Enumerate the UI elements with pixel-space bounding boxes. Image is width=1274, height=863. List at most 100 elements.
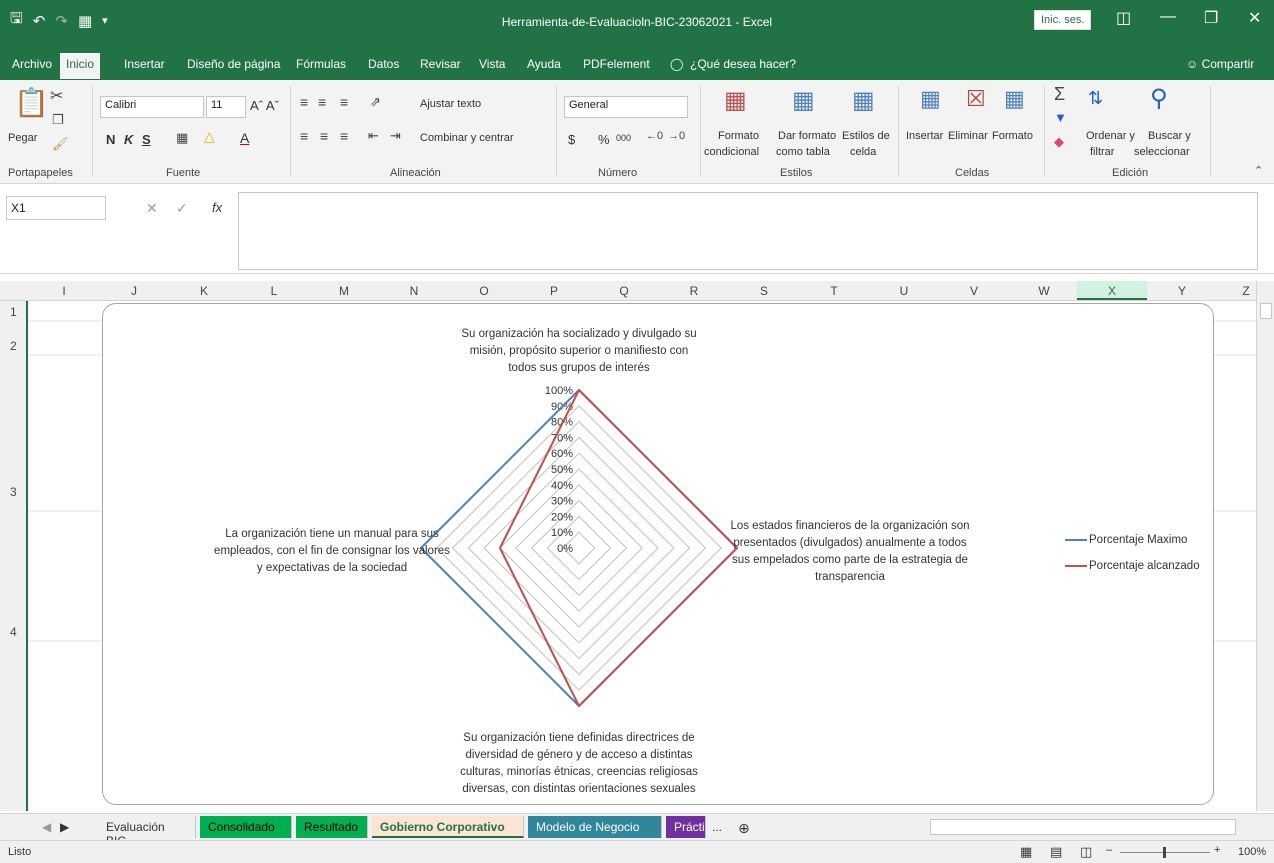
tab-diseno-pagina[interactable]: Diseño de página <box>187 57 280 71</box>
formula-input[interactable] <box>238 192 1258 270</box>
paste-icon[interactable]: 📋 <box>14 86 49 119</box>
format-table-label-2[interactable]: como tabla <box>776 146 830 158</box>
column-header[interactable]: Z <box>1236 284 1256 298</box>
find-select-label-2[interactable]: seleccionar <box>1134 146 1190 158</box>
grow-font-icon[interactable]: Aˆ Aˇ <box>250 98 279 113</box>
currency-button[interactable]: $ <box>568 132 575 147</box>
align-center-icon[interactable]: ≡ <box>320 128 328 144</box>
zoom-out-icon[interactable]: – <box>1106 844 1112 856</box>
column-header[interactable]: M <box>334 284 354 298</box>
find-select-icon[interactable]: ⚲ <box>1150 84 1168 113</box>
column-header[interactable]: T <box>824 284 844 298</box>
font-size-select[interactable]: 11 <box>206 96 246 118</box>
column-header[interactable]: L <box>264 284 284 298</box>
format-table-label-1[interactable]: Dar formato <box>778 130 836 142</box>
borders-icon[interactable]: ▦ <box>176 130 188 146</box>
column-header[interactable]: Y <box>1172 284 1192 298</box>
row-header[interactable]: 1 <box>10 305 17 319</box>
radar-chart[interactable]: 0% 10% 20% 30% 40% 50% 60% 70% 80% 90% 100% Su org… <box>102 303 1214 805</box>
insert-function-icon[interactable]: fx <box>212 200 222 215</box>
align-bottom-icon[interactable]: ≡ <box>340 94 348 110</box>
series-line-reached[interactable] <box>499 389 738 707</box>
thousands-button[interactable]: 000 <box>616 133 631 143</box>
column-header[interactable]: N <box>404 284 424 298</box>
column-header[interactable]: K <box>194 284 214 298</box>
add-sheet-icon[interactable]: ⊕ <box>730 816 758 838</box>
paste-label[interactable]: Pegar <box>8 132 37 144</box>
tab-pdfelement[interactable]: PDFelement <box>583 57 650 71</box>
italic-button[interactable]: K <box>124 132 133 147</box>
increase-decimal-icon[interactable]: ←0 <box>646 130 663 142</box>
column-header[interactable]: W <box>1034 284 1054 298</box>
column-header-selected[interactable]: X <box>1077 281 1147 300</box>
align-right-icon[interactable]: ≡ <box>340 128 348 144</box>
page-layout-icon[interactable]: ▤ <box>1050 844 1062 860</box>
cancel-icon[interactable]: ✕ <box>146 200 158 217</box>
row-header[interactable]: 3 <box>10 485 17 499</box>
restore-icon[interactable]: ❐ <box>1204 8 1218 28</box>
ribbon-display-icon[interactable]: ◫ <box>1116 8 1131 28</box>
sheet-tab[interactable]: Evaluación BIC <box>98 816 196 848</box>
decrease-decimal-icon[interactable]: →0 <box>668 130 685 142</box>
enter-icon[interactable]: ✓ <box>176 200 188 217</box>
sort-filter-label-1[interactable]: Ordenar y <box>1086 130 1135 142</box>
delete-cells-icon[interactable]: ☒ <box>966 86 986 112</box>
align-top-icon[interactable]: ≡ <box>300 94 308 110</box>
sort-filter-label-2[interactable]: filtrar <box>1090 146 1114 158</box>
name-box[interactable]: X1 <box>6 196 106 220</box>
align-middle-icon[interactable]: ≡ <box>318 94 326 110</box>
column-header[interactable]: I <box>54 284 74 298</box>
sheet-tab[interactable]: Consolidado <box>200 816 292 838</box>
insert-cells-icon[interactable]: ▦ <box>920 86 941 112</box>
bold-button[interactable]: N <box>106 132 115 147</box>
close-icon[interactable]: ✕ <box>1248 8 1261 28</box>
sheet-tab[interactable]: Gobierno Corporativo <box>372 816 524 838</box>
align-left-icon[interactable]: ≡ <box>300 128 308 144</box>
orientation-icon[interactable]: ⇗ <box>370 94 381 110</box>
zoom-slider-thumb[interactable] <box>1163 847 1166 858</box>
cut-icon[interactable]: ✂ <box>50 86 63 106</box>
clear-icon[interactable]: ◆ <box>1054 134 1064 150</box>
sheet-tab[interactable]: Modelo de Negocio <box>528 816 662 838</box>
fill-icon[interactable]: ▼ <box>1054 110 1067 125</box>
normal-view-icon[interactable]: ▦ <box>1020 844 1032 860</box>
tab-inicio[interactable]: Inicio <box>60 53 101 79</box>
font-name-select[interactable]: Calibri <box>100 96 204 118</box>
sort-filter-icon[interactable]: ⇅ <box>1088 88 1103 109</box>
scroll-tabs-right-icon[interactable]: ▶ <box>52 816 77 838</box>
more-sheets-button[interactable]: ... <box>704 816 730 838</box>
column-header[interactable]: O <box>474 284 494 298</box>
tab-vista[interactable]: Vista <box>479 57 505 71</box>
zoom-level[interactable]: 100% <box>1238 846 1266 858</box>
horizontal-scrollbar[interactable] <box>930 819 1236 835</box>
tell-me-input[interactable]: ¿Qué desea hacer? <box>690 57 796 71</box>
format-cells-label[interactable]: Formato <box>992 130 1033 142</box>
conditional-format-label-1[interactable]: Formato <box>718 130 759 142</box>
tab-ayuda[interactable]: Ayuda <box>527 57 561 71</box>
cell-styles-label-1[interactable]: Estilos de <box>842 130 890 142</box>
format-cells-icon[interactable]: ▦ <box>1004 86 1025 112</box>
row-header[interactable]: 2 <box>10 339 17 353</box>
column-header[interactable]: R <box>684 284 704 298</box>
percent-button[interactable]: % <box>598 132 610 147</box>
tab-insertar[interactable]: Insertar <box>124 57 165 71</box>
collapse-ribbon-icon[interactable]: ⌃ <box>1254 164 1263 177</box>
sheet-tab[interactable]: Resultado <box>296 816 368 838</box>
column-header[interactable]: V <box>964 284 984 298</box>
sheet-tab[interactable]: Prácti <box>666 816 706 838</box>
format-table-icon[interactable]: ▦ <box>792 86 815 115</box>
column-header[interactable]: P <box>544 284 564 298</box>
share-button[interactable]: ☺ Compartir <box>1186 57 1254 71</box>
scroll-thumb[interactable] <box>1260 303 1272 319</box>
copy-icon[interactable]: ❐ <box>52 112 64 128</box>
tab-formulas[interactable]: Fórmulas <box>296 57 346 71</box>
tab-archivo[interactable]: Archivo <box>12 57 52 71</box>
number-format-select[interactable]: General <box>564 96 688 118</box>
sign-in-button[interactable]: Inic. ses. <box>1034 10 1092 30</box>
column-header[interactable]: J <box>124 284 144 298</box>
zoom-in-icon[interactable]: + <box>1214 844 1220 856</box>
underline-button[interactable]: S <box>142 132 151 147</box>
font-color-icon[interactable]: A <box>240 130 249 146</box>
increase-indent-icon[interactable]: ⇥ <box>390 128 401 144</box>
column-header[interactable]: U <box>894 284 914 298</box>
